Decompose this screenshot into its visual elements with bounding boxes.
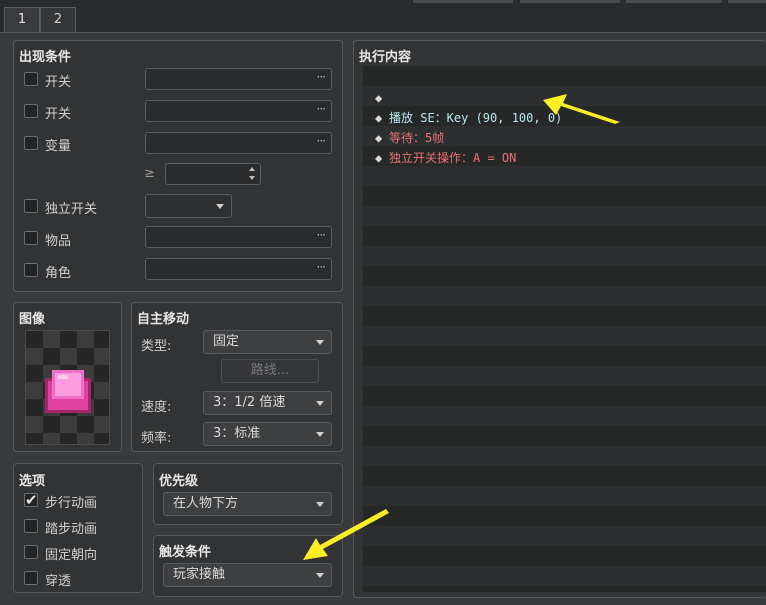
arrow-to-wait-command [543,94,620,124]
annotation-arrows [303,94,620,560]
arrow-to-trigger-combo [303,509,389,560]
